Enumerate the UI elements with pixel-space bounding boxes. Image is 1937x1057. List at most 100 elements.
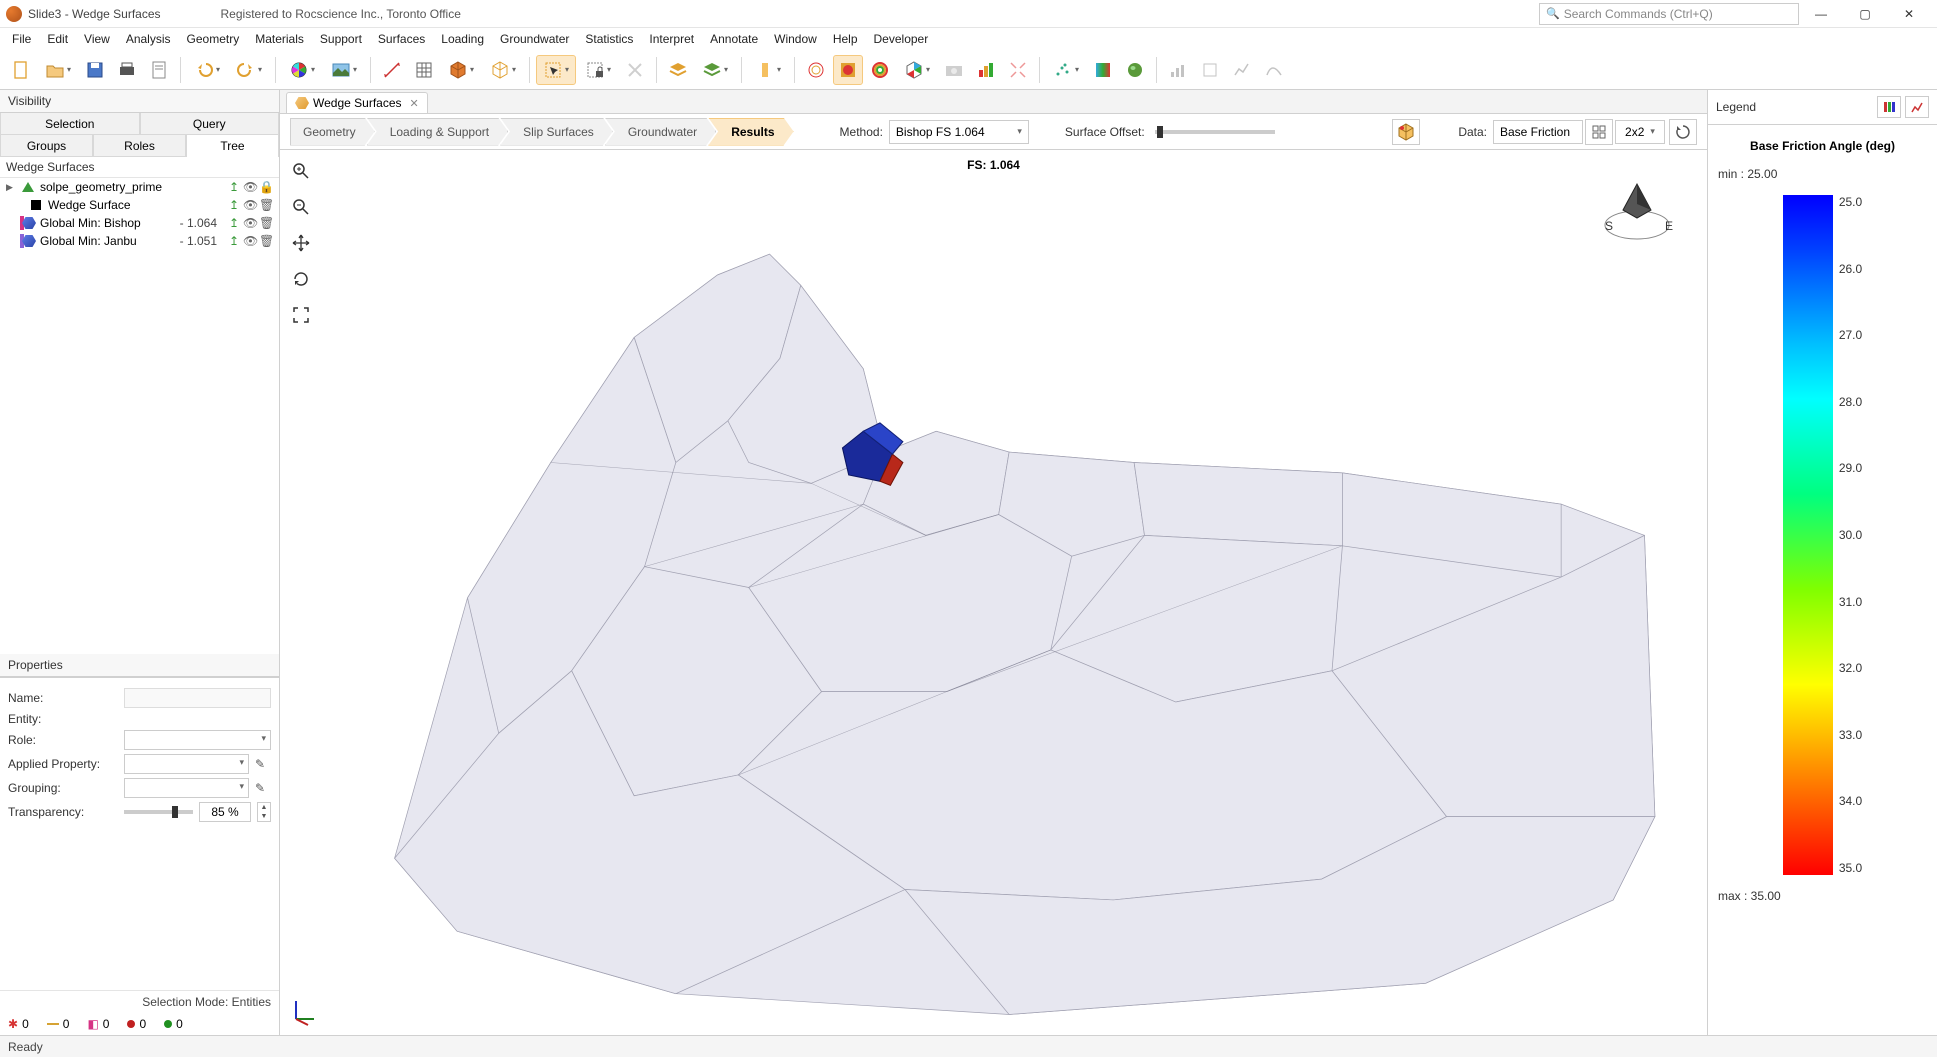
transparency-slider[interactable] <box>124 810 193 814</box>
undo-button[interactable] <box>187 55 227 85</box>
cube-orange-button[interactable] <box>441 55 481 85</box>
delete-icon[interactable]: 🗑 <box>259 234 273 248</box>
image-button[interactable] <box>324 55 364 85</box>
arrow-up-icon[interactable]: ↥ <box>227 234 241 248</box>
menu-view[interactable]: View <box>76 29 118 49</box>
delete-icon[interactable]: 🗑 <box>259 198 273 212</box>
arrow-up-icon[interactable]: ↥ <box>227 216 241 230</box>
menu-help[interactable]: Help <box>825 29 866 49</box>
orientation-compass[interactable]: S E <box>1597 170 1677 250</box>
refresh-button[interactable] <box>1669 119 1697 145</box>
workflow-step-groundwater[interactable]: Groundwater <box>605 118 716 146</box>
menu-groundwater[interactable]: Groundwater <box>492 29 577 49</box>
menu-file[interactable]: File <box>4 29 39 49</box>
tab-roles[interactable]: Roles <box>93 135 186 157</box>
menu-interpret[interactable]: Interpret <box>641 29 702 49</box>
menu-surfaces[interactable]: Surfaces <box>370 29 433 49</box>
delete-icon[interactable]: 🗑 <box>259 216 273 230</box>
save-button[interactable] <box>80 55 110 85</box>
data-select[interactable]: Base Friction <box>1493 120 1583 144</box>
tree-row[interactable]: ▶ solpe_geometry_prime ↥👁🔒 <box>0 178 279 196</box>
tree-row[interactable]: Global Min: Bishop - 1.064 ↥👁🗑 <box>0 214 279 232</box>
rainbow-contour-button[interactable] <box>865 55 895 85</box>
legend-chart-button[interactable] <box>1905 96 1929 118</box>
gradient-button[interactable] <box>1088 55 1118 85</box>
layers-orange-button[interactable] <box>663 55 693 85</box>
menu-statistics[interactable]: Statistics <box>577 29 641 49</box>
view-cube-button[interactable] <box>1392 119 1420 145</box>
menu-edit[interactable]: Edit <box>39 29 76 49</box>
eye-icon[interactable]: 👁 <box>243 180 257 194</box>
transparency-value[interactable]: 85 % <box>199 802 251 822</box>
tree-row[interactable]: Global Min: Janbu - 1.051 ↥👁🗑 <box>0 232 279 250</box>
tab-groups[interactable]: Groups <box>0 135 93 157</box>
layers-green-button[interactable] <box>695 55 735 85</box>
3d-viewport[interactable]: FS: 1.064 <box>280 150 1707 1035</box>
sphere-button[interactable] <box>1120 55 1150 85</box>
contour-button[interactable] <box>801 55 831 85</box>
open-file-button[interactable] <box>38 55 78 85</box>
eye-icon[interactable]: 👁 <box>243 234 257 248</box>
histogram-button[interactable] <box>1195 55 1225 85</box>
grid-layout-button[interactable] <box>1585 119 1613 145</box>
cube-wire-button[interactable] <box>483 55 523 85</box>
grid-button[interactable] <box>409 55 439 85</box>
menu-loading[interactable]: Loading <box>433 29 492 49</box>
bar-yellow-button[interactable] <box>748 55 788 85</box>
arrow-up-icon[interactable]: ↥ <box>227 180 241 194</box>
select-lock-button[interactable] <box>578 55 618 85</box>
delete-x-button[interactable] <box>620 55 650 85</box>
close-window-button[interactable]: ✕ <box>1887 0 1931 28</box>
surface-offset-slider[interactable] <box>1155 130 1275 134</box>
menu-developer[interactable]: Developer <box>866 29 937 49</box>
grid-size-select[interactable]: 2x2▾ <box>1615 120 1665 144</box>
tab-tree[interactable]: Tree <box>186 135 279 157</box>
print-button[interactable] <box>112 55 142 85</box>
menu-geometry[interactable]: Geometry <box>179 29 248 49</box>
workflow-step-geometry[interactable]: Geometry <box>290 118 375 146</box>
cube-rainbow-button[interactable] <box>897 55 937 85</box>
heatmap-button[interactable] <box>833 55 863 85</box>
camera-button[interactable] <box>939 55 969 85</box>
workflow-step-loading-support[interactable]: Loading & Support <box>367 118 508 146</box>
expand-arrows-button[interactable] <box>1003 55 1033 85</box>
document-button[interactable] <box>144 55 174 85</box>
minimize-button[interactable]: — <box>1799 0 1843 28</box>
lock-icon[interactable]: 🔒 <box>259 180 273 194</box>
menu-materials[interactable]: Materials <box>247 29 312 49</box>
color-wheel-button[interactable] <box>282 55 322 85</box>
maximize-button[interactable]: ▢ <box>1843 0 1887 28</box>
menu-window[interactable]: Window <box>766 29 825 49</box>
arrow-up-icon[interactable]: ↥ <box>227 198 241 212</box>
tab-query[interactable]: Query <box>140 113 280 135</box>
transparency-stepper[interactable]: ▲▼ <box>257 802 271 822</box>
measure-button[interactable] <box>377 55 407 85</box>
method-select[interactable]: Bishop FS 1.064▾ <box>889 120 1029 144</box>
edit-icon[interactable]: ✎ <box>255 781 271 795</box>
bar-chart-button[interactable] <box>1163 55 1193 85</box>
eye-icon[interactable]: 👁 <box>243 216 257 230</box>
tree-row[interactable]: Wedge Surface ↥👁🗑 <box>0 196 279 214</box>
new-file-button[interactable] <box>6 55 36 85</box>
curve-chart-button[interactable] <box>1259 55 1289 85</box>
select-arrow-button[interactable] <box>536 55 576 85</box>
menu-support[interactable]: Support <box>312 29 370 49</box>
edit-icon[interactable]: ✎ <box>255 757 271 771</box>
applied-property-select[interactable] <box>124 754 249 774</box>
line-chart-button[interactable] <box>1227 55 1257 85</box>
name-input[interactable] <box>124 688 271 708</box>
document-tab[interactable]: Wedge Surfaces ✕ <box>286 92 428 113</box>
role-select[interactable] <box>124 730 271 750</box>
close-tab-icon[interactable]: ✕ <box>410 97 419 110</box>
grouping-select[interactable] <box>124 778 249 798</box>
menu-analysis[interactable]: Analysis <box>118 29 179 49</box>
eye-icon[interactable]: 👁 <box>243 198 257 212</box>
workflow-step-slip-surfaces[interactable]: Slip Surfaces <box>500 118 613 146</box>
expand-icon[interactable]: ▶ <box>6 182 16 193</box>
search-commands-input[interactable]: Search Commands (Ctrl+Q) <box>1539 3 1799 25</box>
stacked-bars-button[interactable] <box>971 55 1001 85</box>
menu-annotate[interactable]: Annotate <box>702 29 766 49</box>
legend-settings-button[interactable] <box>1877 96 1901 118</box>
tab-selection[interactable]: Selection <box>0 113 140 135</box>
scatter-button[interactable] <box>1046 55 1086 85</box>
